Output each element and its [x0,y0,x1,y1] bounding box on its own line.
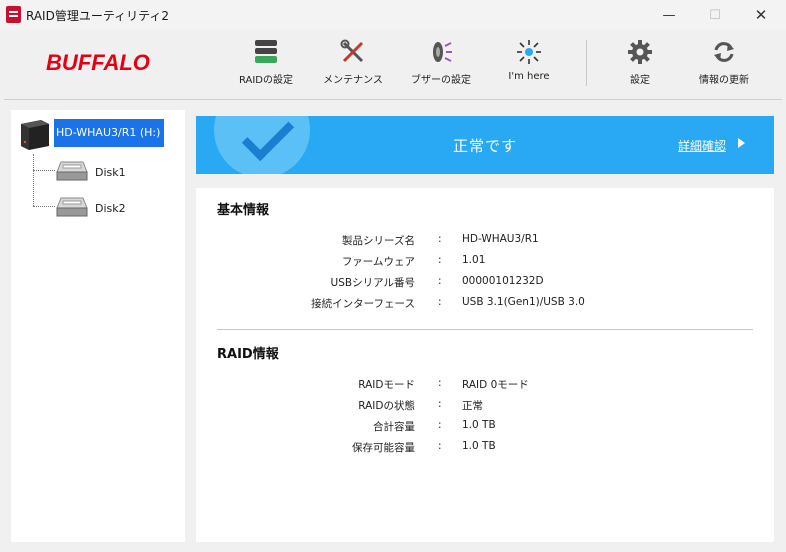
info-key: 保存可能容量 [352,442,415,454]
info-row: 接続インターフェース : USB 3.1(Gen1)/USB 3.0 [196,292,774,313]
disk-icon [55,160,89,185]
status-banner: 正常です 詳細確認 [196,116,774,174]
tree-disk-item[interactable]: Disk1 [55,160,126,185]
info-separator: : [438,419,442,431]
refresh-label: 情報の更新 [699,75,749,86]
settings-button[interactable]: 設定 [600,39,680,86]
tree-connector [33,170,55,171]
info-key: RAIDモード [358,379,415,391]
info-value: 00000101232D [462,275,544,287]
tools-icon [340,39,366,68]
info-value: 正常 [462,400,483,412]
info-panel: 基本情報 製品シリーズ名 : HD-WHAU3/R1 ファームウェア : 1.0… [196,188,774,542]
info-value: HD-WHAU3/R1 [462,233,539,245]
im-here-button[interactable]: I'm here [489,39,569,82]
buzzer-settings-label: ブザーの設定 [411,75,471,86]
info-key: 接続インターフェース [311,298,415,310]
info-key: USBシリアル番号 [330,277,415,289]
gear-icon [627,39,653,68]
info-key: 合計容量 [373,421,415,433]
refresh-button[interactable]: 情報の更新 [684,42,764,86]
info-value: 1.0 TB [462,440,496,452]
tree-disk-label: Disk2 [95,202,126,215]
maintenance-button[interactable]: メンテナンス [313,39,393,86]
info-row: RAIDの状態 : 正常 [196,394,774,415]
toolbar-divider [4,99,782,100]
info-row: 合計容量 : 1.0 TB [196,415,774,436]
refresh-icon [711,39,737,68]
tree-connector [33,206,55,207]
tree-disk-item[interactable]: Disk2 [55,196,126,221]
device-tree: HD-WHAU3/R1 (H:) Disk1 Disk2 [11,110,185,542]
info-separator: : [438,398,442,410]
toolbar-separator [586,40,587,86]
buzzer-icon [428,39,454,68]
tree-device-item[interactable]: HD-WHAU3/R1 (H:) [15,116,165,150]
info-separator: : [438,275,442,287]
info-row: 保存可能容量 : 1.0 TB [196,436,774,457]
minimize-button[interactable]: — [646,0,692,30]
maximize-button[interactable]: ☐ [692,0,738,30]
arrow-right-icon[interactable] [738,138,745,148]
app-icon [6,6,21,23]
im-here-label: I'm here [508,71,550,82]
raid-settings-label: RAIDの設定 [238,75,294,86]
details-link[interactable]: 詳細確認 [678,137,726,154]
raid-info-title: RAID情報 [217,347,279,362]
locate-icon [516,39,542,68]
info-row: USBシリアル番号 : 00000101232D [196,271,774,292]
info-value: 1.0 TB [462,419,496,431]
info-separator: : [438,377,442,389]
section-divider [217,329,753,330]
hdd-enclosure-icon [15,116,51,150]
info-value: 1.01 [462,254,486,266]
window-title: RAID管理ユーティリティ2 [26,9,170,23]
info-key: ファームウェア [341,256,415,268]
title-bar: RAID管理ユーティリティ2 — ☐ ✕ [0,0,786,30]
info-separator: : [438,440,442,452]
info-value: USB 3.1(Gen1)/USB 3.0 [462,296,585,308]
close-button[interactable]: ✕ [738,0,784,30]
info-row: ファームウェア : 1.01 [196,250,774,271]
buffalo-logo: BUFFALO [46,50,150,75]
maintenance-label: メンテナンス [323,75,383,86]
tree-connector [33,154,34,206]
disk-icon [55,196,89,221]
toolbar: BUFFALO RAIDの設定 メンテナンス ブザーの設定 I'm here 設… [0,30,786,98]
info-key: RAIDの状態 [358,400,415,412]
app-window: RAID管理ユーティリティ2 — ☐ ✕ BUFFALO RAIDの設定 メンテ… [0,0,786,552]
tree-disk-label: Disk1 [95,166,126,179]
buzzer-settings-button[interactable]: ブザーの設定 [401,42,481,86]
info-row: 製品シリーズ名 : HD-WHAU3/R1 [196,229,774,250]
info-separator: : [438,233,442,245]
raid-settings-button[interactable]: RAIDの設定 [226,39,306,86]
tree-device-label: HD-WHAU3/R1 (H:) [54,119,165,147]
info-separator: : [438,254,442,266]
info-value: RAID 0モード [462,379,529,391]
basic-info-title: 基本情報 [217,203,270,218]
settings-label: 設定 [630,75,650,86]
info-separator: : [438,296,442,308]
info-key: 製品シリーズ名 [342,235,415,247]
info-row: RAIDモード : RAID 0モード [196,373,774,394]
database-icon [253,39,279,68]
